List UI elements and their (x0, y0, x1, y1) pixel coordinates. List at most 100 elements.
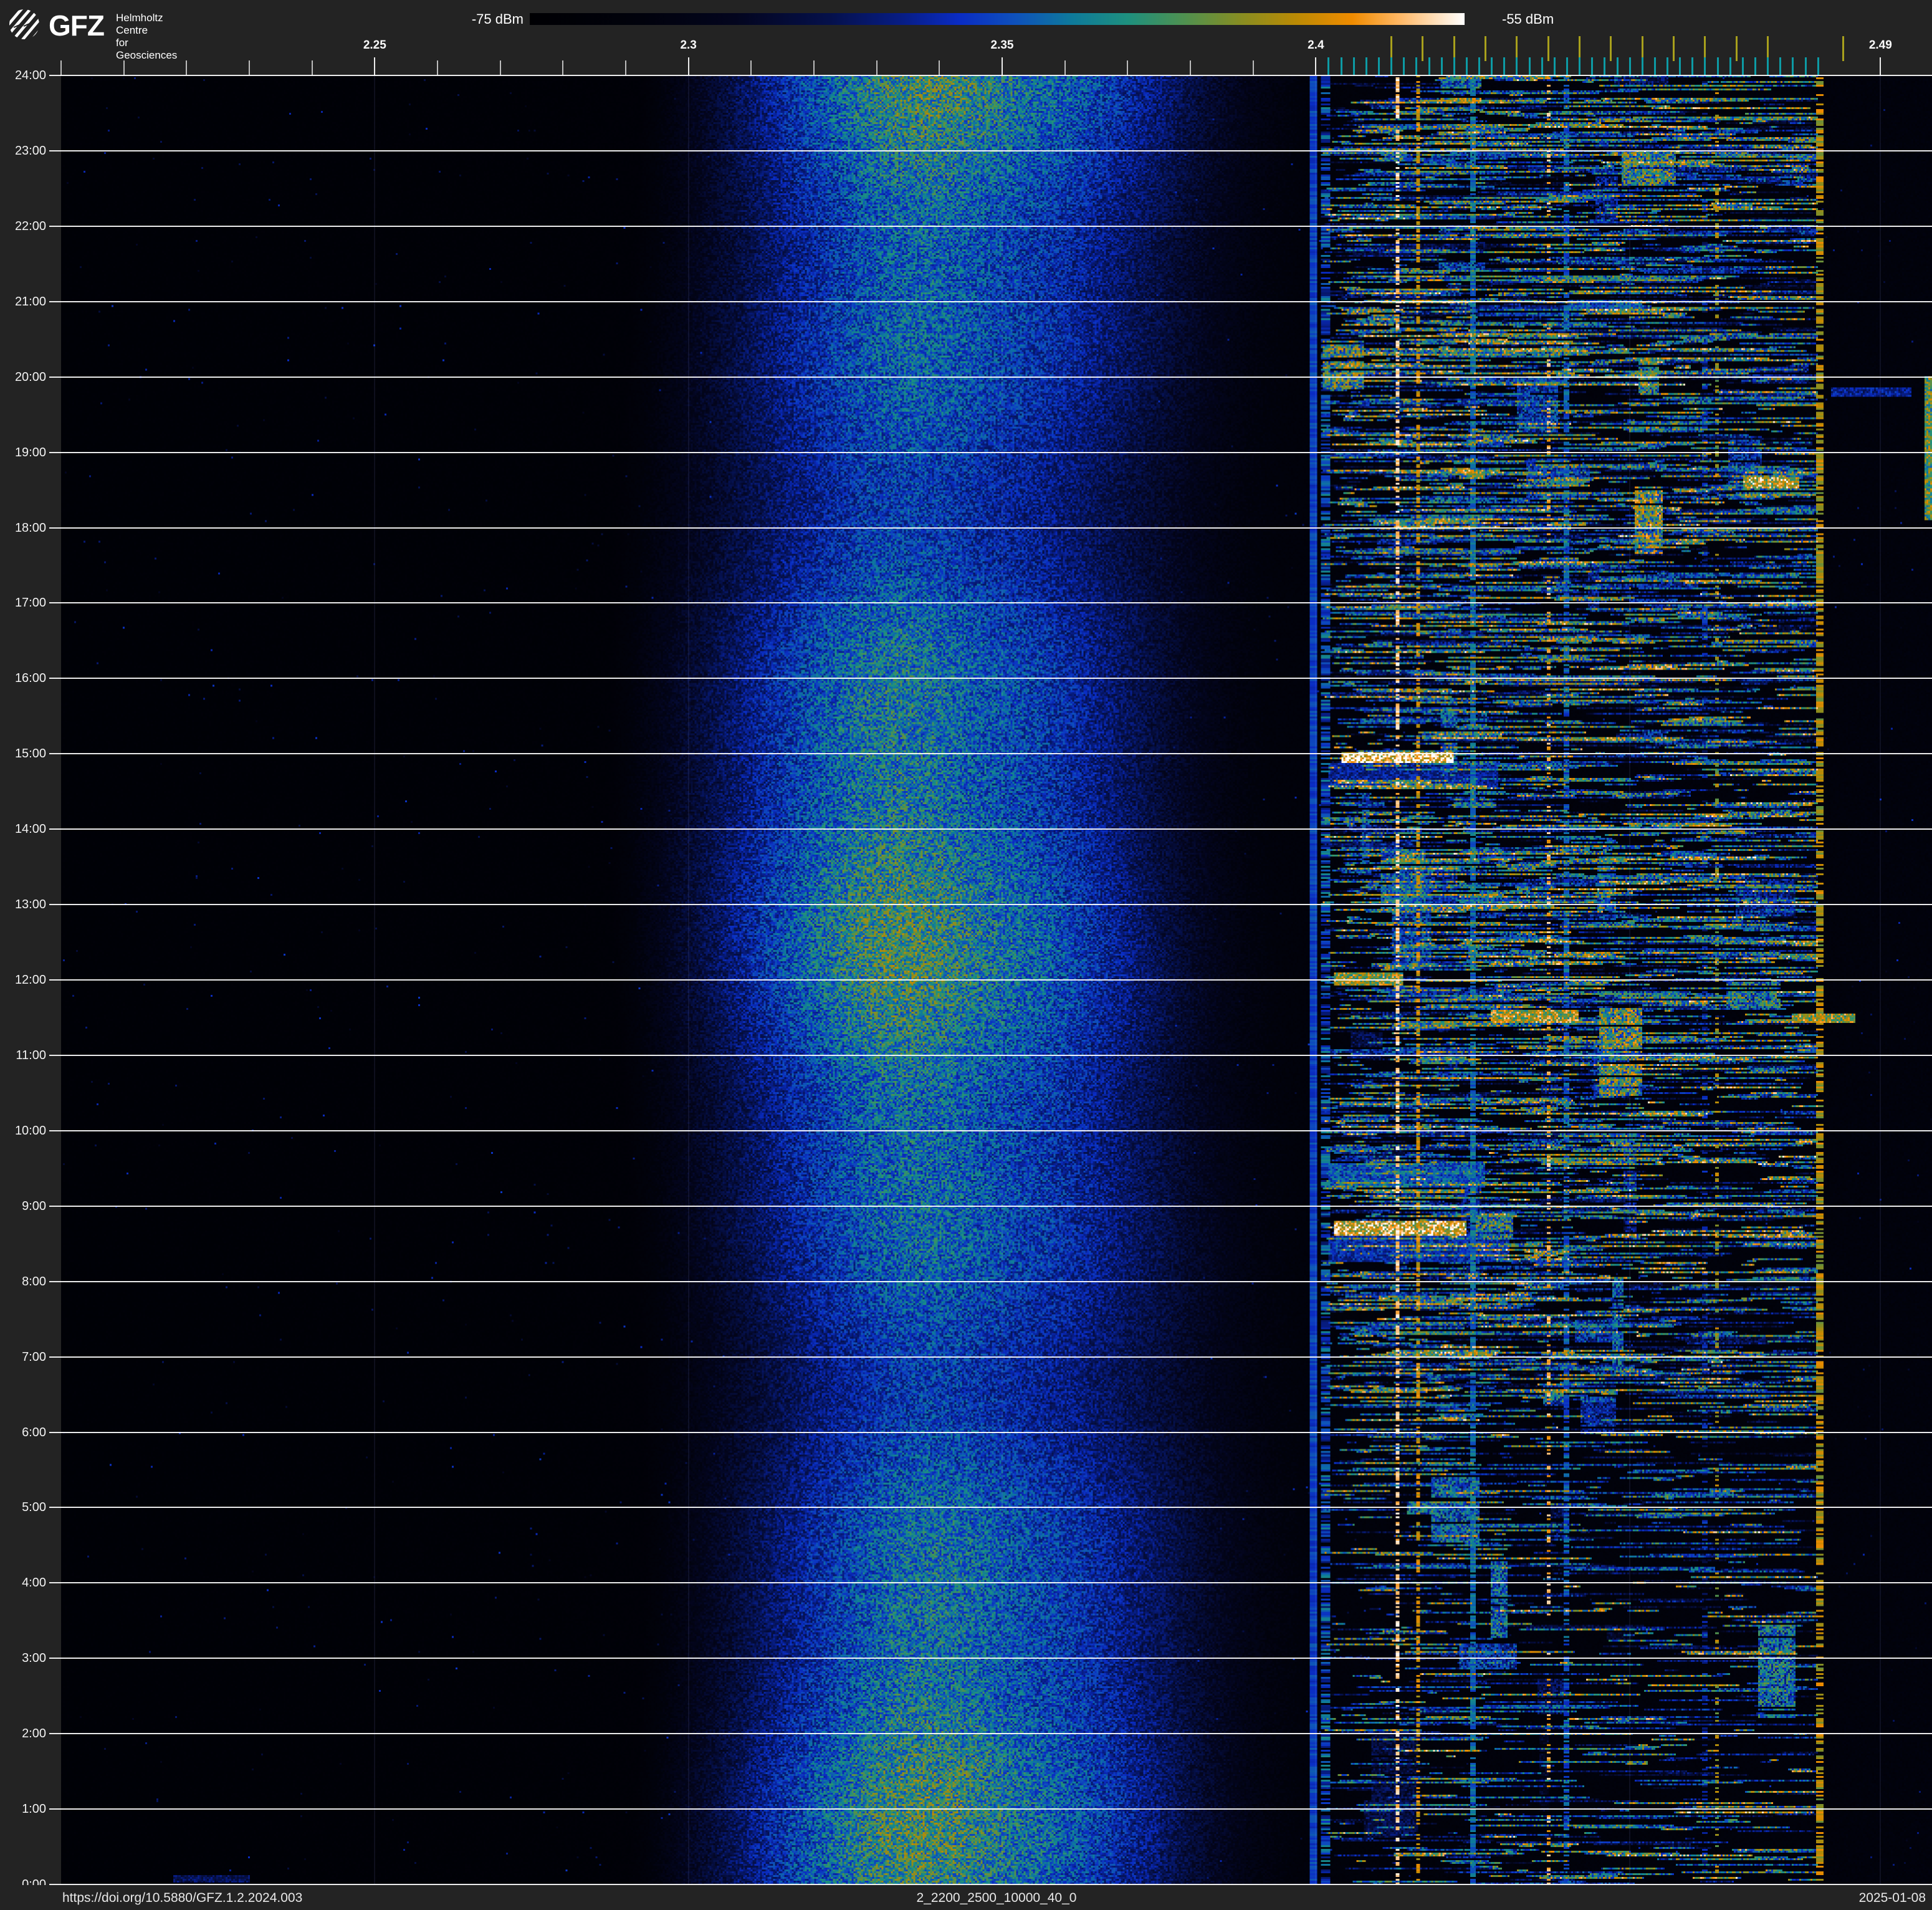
ble-channel-tick (1528, 57, 1531, 75)
hour-label: 15:00 (14, 747, 46, 761)
colorbar-max-label: -55 dBm (1502, 11, 1554, 27)
hour-gridline (61, 1431, 1932, 1433)
wifi-channel-tick (1842, 36, 1844, 61)
freq-tick (186, 60, 188, 75)
hour-label: 8:00 (22, 1274, 46, 1289)
hour-tick (49, 75, 61, 76)
hour-gridline (61, 1733, 1932, 1735)
hour-tick (49, 451, 61, 453)
freq-tick (249, 60, 250, 75)
hour-gridline (61, 376, 1932, 378)
hour-gridline (61, 150, 1932, 151)
hour-label: 7:00 (22, 1350, 46, 1364)
freq-tick (437, 60, 438, 75)
ble-channel-tick (1541, 57, 1543, 75)
logo-org-text: GFZ (49, 9, 105, 42)
spectrogram-page: GFZ Helmholtz Centre for Geosciences -75… (0, 0, 1932, 1910)
ble-channel-tick (1378, 57, 1380, 75)
hour-gridline (61, 1054, 1932, 1056)
logo-subtitle-line2: for Geosciences (116, 37, 178, 61)
hour-label: 23:00 (14, 143, 46, 158)
freq-tick (1190, 60, 1191, 75)
freq-tick (499, 60, 501, 75)
ble-channel-tick (1516, 57, 1518, 75)
ble-channel-tick (1667, 57, 1669, 75)
ble-channel-tick (1553, 57, 1556, 75)
hour-gridline (61, 1356, 1932, 1358)
hour-gridline (61, 225, 1932, 227)
logo-subtitle: Helmholtz Centre for Geosciences (116, 12, 177, 62)
hour-tick (49, 300, 61, 302)
hour-gridline (61, 828, 1932, 830)
date-label: 2025-01-08 (1858, 1891, 1926, 1905)
hour-tick (49, 904, 61, 906)
wifi-channel-tick (1485, 36, 1487, 61)
hour-gridline (61, 527, 1932, 529)
ble-channel-tick (1340, 57, 1342, 75)
gfz-logo-icon (9, 9, 39, 39)
freq-tick-label: 2.4 (1308, 39, 1324, 52)
ble-channel-tick (1767, 57, 1769, 75)
ble-channel-tick (1365, 57, 1367, 75)
ble-channel-tick (1566, 57, 1568, 75)
hour-label: 14:00 (14, 822, 46, 837)
hour-tick (49, 1507, 61, 1509)
hour-gridline (61, 1280, 1932, 1282)
wifi-channel-tick (1610, 36, 1612, 61)
ble-channel-tick (1478, 57, 1481, 75)
freq-tick (562, 60, 564, 75)
freq-tick-label: 2.3 (680, 39, 697, 52)
hour-label: 24:00 (14, 69, 46, 82)
ble-channel-tick (1716, 57, 1719, 75)
freq-tick (123, 60, 125, 75)
wifi-channel-tick (1735, 36, 1738, 61)
ble-channel-tick (1503, 57, 1506, 75)
hour-tick (49, 678, 61, 679)
ble-channel-tick (1453, 57, 1455, 75)
ble-channel-tick (1704, 57, 1706, 75)
hour-gridline (61, 1658, 1932, 1659)
freq-tick (813, 60, 815, 75)
ble-channel-tick (1415, 57, 1418, 75)
ble-channel-tick (1491, 57, 1493, 75)
hour-label: 6:00 (22, 1425, 46, 1439)
hour-label: 16:00 (14, 671, 46, 686)
ble-channel-tick (1591, 57, 1594, 75)
hour-tick (49, 1356, 61, 1358)
ble-channel-tick (1628, 57, 1631, 75)
wifi-channel-tick (1673, 36, 1675, 61)
hour-gridline (61, 300, 1932, 302)
ble-channel-tick (1653, 57, 1656, 75)
hour-label: 13:00 (14, 898, 46, 912)
hour-tick (49, 1130, 61, 1131)
ble-channel-tick (1604, 57, 1606, 75)
ble-channel-tick (1817, 57, 1819, 75)
hour-tick (49, 753, 61, 755)
hour-gridline (61, 451, 1932, 453)
ble-channel-tick (1465, 57, 1468, 75)
freq-tick (1315, 57, 1317, 75)
freq-tick (374, 57, 376, 75)
colorbar-min-label: -75 dBm (471, 11, 524, 27)
hour-gridline (61, 678, 1932, 679)
ble-channel-tick (1579, 57, 1581, 75)
ble-channel-tick (1754, 57, 1756, 75)
freq-tick (1252, 60, 1254, 75)
freq-tick-label: 2.25 (363, 39, 386, 52)
hour-label: 10:00 (14, 1123, 46, 1138)
wifi-channel-tick (1547, 36, 1549, 61)
freq-tick (1127, 60, 1129, 75)
hour-tick (49, 150, 61, 151)
hour-gridline (61, 904, 1932, 906)
freq-tick (625, 60, 626, 75)
hour-label: 3:00 (22, 1651, 46, 1666)
ble-channel-tick (1729, 57, 1731, 75)
hour-label: 11:00 (16, 1048, 46, 1062)
hour-gridline (61, 1130, 1932, 1131)
ble-channel-tick (1779, 57, 1782, 75)
hour-label: 22:00 (14, 219, 46, 233)
ble-channel-tick (1792, 57, 1794, 75)
hour-gridline (61, 753, 1932, 755)
ble-channel-tick (1804, 57, 1807, 75)
ble-channel-tick (1403, 57, 1405, 75)
